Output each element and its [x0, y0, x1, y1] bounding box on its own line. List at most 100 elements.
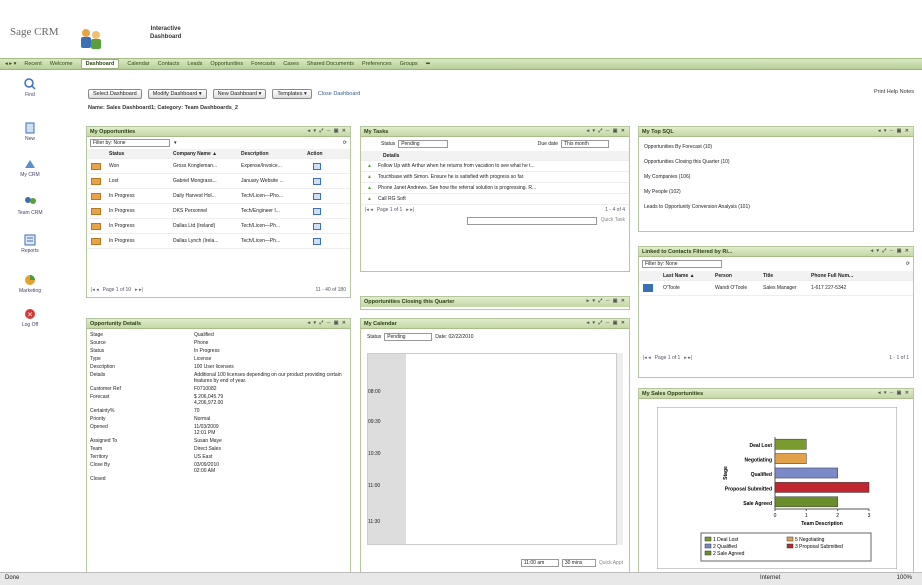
pager-nav[interactable]: |◂ ◂ [365, 207, 373, 213]
panel-controls[interactable]: ◂ ▾ ⤢ ─ ▣ ✕ [871, 248, 910, 254]
modify-dashboard-button[interactable]: Modify Dashboard ▾ [147, 89, 207, 99]
sidebar-item-team-crm[interactable]: Team CRM [0, 196, 60, 216]
tasks-due-select[interactable]: This month [561, 140, 609, 148]
refresh-icon[interactable]: ⟳ [343, 140, 347, 146]
cell-company[interactable]: Daily Harvest Hol... [173, 193, 241, 199]
table-row[interactable]: In Progress DKS Personnel Tech/Engineer I.… [87, 204, 350, 219]
sql-item[interactable]: Opportunities By Forecast (10) [644, 140, 908, 155]
refresh-icon[interactable]: ⟳ [906, 261, 910, 267]
sidebar-item-find[interactable]: Find [0, 78, 60, 98]
panel-controls[interactable]: ◂ ▾ ⤢ ─ ▣ ✕ [308, 320, 347, 326]
sql-item[interactable]: My Companies (106) [644, 170, 908, 185]
action-edit-icon[interactable] [313, 222, 321, 230]
tasks-status-select[interactable]: Pending [398, 140, 449, 148]
tab-contacts[interactable]: Contacts [158, 61, 180, 67]
col-description[interactable]: Description [241, 151, 307, 157]
action-edit-icon[interactable] [313, 237, 321, 245]
task-text[interactable]: Touchbase with Simon. Ensure he is satis… [378, 174, 524, 180]
table-row[interactable]: Lost Gabriel Mongrass... January Website .… [87, 174, 350, 189]
calendar-scrollbar[interactable] [616, 353, 623, 545]
tab-forecasts[interactable]: Forecasts [251, 61, 275, 67]
duration-select[interactable]: 30 mins [561, 559, 596, 567]
sidebar-item-my-crm[interactable]: My CRM [0, 158, 60, 178]
cell-company[interactable]: DKS Personnel [173, 208, 241, 214]
panel-controls[interactable]: ◂ ▾ ─ ▣ ✕ [878, 128, 910, 134]
tab-shared-documents[interactable]: Shared Documents [307, 61, 354, 67]
tab-dashboard[interactable]: Dashboard [80, 59, 120, 69]
tab-groups[interactable]: Groups [400, 61, 418, 67]
col-status[interactable]: Status [109, 151, 173, 157]
top-links[interactable]: Print Help Notes [874, 89, 914, 95]
panel-controls[interactable]: ◂ ▾ ─ ▣ ✕ [878, 390, 910, 396]
col-phone[interactable]: Phone Full Num... [811, 273, 881, 279]
cell-description[interactable]: Expense/Invoice... [241, 163, 307, 169]
task-text[interactable]: Call RG Soft [378, 196, 406, 202]
sql-item[interactable]: Leads to Opportunity Conversion Analysis… [644, 200, 908, 215]
cell-description[interactable]: Tech/Licen—Pho... [241, 193, 307, 199]
nav-more-icon[interactable]: ➡ [426, 61, 431, 67]
quick-task-input[interactable] [466, 217, 597, 225]
tab-recent[interactable]: Recent [24, 61, 41, 67]
sidebar-item-reports[interactable]: Reports [0, 234, 60, 254]
pager-nav-next[interactable]: ▸ ▸| [406, 207, 414, 213]
action-edit-icon[interactable] [313, 207, 321, 215]
sales-opps-chart[interactable]: Deal Lost Negotiating Qualified Proposal Su… [657, 407, 897, 569]
action-edit-icon[interactable] [313, 192, 321, 200]
quick-appt-button[interactable]: Quick Appt [599, 560, 623, 566]
cell-company[interactable]: Dallas Lynch (Irela... [173, 238, 241, 244]
tab-opportunities[interactable]: Opportunities [210, 61, 243, 67]
cell-company[interactable]: Gabriel Mongrass... [173, 178, 241, 184]
new-dashboard-button[interactable]: New Dashboard ▾ [212, 89, 267, 99]
panel-controls[interactable]: ◂ ▾ ⤢ ─ ▣ ✕ [587, 128, 626, 134]
quick-task-button[interactable]: Quick Task [601, 217, 625, 225]
close-dashboard-link[interactable]: Close Dashboard [318, 91, 361, 97]
col-company[interactable]: Company Name ▲ [173, 151, 241, 157]
time-select[interactable]: 11:00 am [520, 559, 559, 567]
cell-description[interactable]: Tech/Licen—Ph... [241, 238, 307, 244]
zoom-level[interactable]: 100% [897, 575, 912, 581]
cell-description[interactable]: Tech/Engineer I... [241, 208, 307, 214]
table-row[interactable]: In Progress Daily Harvest Hol... Tech/Lice… [87, 189, 350, 204]
sidebar-item-log-off[interactable]: × Log Off [0, 308, 60, 328]
tab-cases[interactable]: Cases [283, 61, 299, 67]
contacts-filter-select[interactable]: Filter by: None [642, 260, 722, 268]
cell-last-name[interactable]: O'Toole [663, 285, 715, 291]
task-row[interactable]: ▲ Phone Janet Andrews. See how the referr… [361, 183, 629, 194]
nav-arrows[interactable]: ◂ ▸ ▾ [5, 61, 16, 67]
sidebar-item-marketing[interactable]: Marketing [0, 274, 60, 294]
pager-nav-next[interactable]: ▸ ▸| [135, 287, 143, 293]
task-text[interactable]: Phone Janet Andrews. See how the referra… [378, 185, 536, 191]
task-row[interactable]: ▲ Touchbase with Simon. Ensure he is sati… [361, 172, 629, 183]
select-dashboard-button[interactable]: Select Dashboard [88, 89, 142, 99]
panel-controls[interactable]: ◂ ▾ ⤢ ─ ▣ ✕ [308, 128, 347, 134]
cell-company[interactable]: Gross Kongleman... [173, 163, 241, 169]
calendar-grid[interactable]: 08:00 09:30 10:30 11:00 11:30 [367, 353, 617, 545]
col-title[interactable]: Title [763, 273, 811, 279]
calendar-status-select[interactable]: Pending [384, 333, 433, 341]
sidebar-item-new[interactable]: New [0, 122, 60, 142]
action-edit-icon[interactable] [313, 162, 321, 170]
cell-company[interactable]: Dallas Ltd (Ireland) [173, 223, 241, 229]
table-row[interactable]: O'Toole Wandi O'Toole Sales Manager 1-61… [639, 281, 913, 296]
pager-nav[interactable]: |◂ ◂ [643, 355, 651, 361]
panel-controls[interactable]: ◂ ▾ ⤢ ─ ▣ ✕ [587, 320, 626, 326]
panel-controls[interactable]: ▸ ▾ ⤢ ─ ▣ ✕ [587, 298, 626, 304]
task-row[interactable]: ▲ Follow Up with Arthur when he returns f… [361, 161, 629, 172]
col-last-name[interactable]: Last Name ▲ [663, 273, 715, 279]
task-row[interactable]: ▲ Call RG Soft [361, 194, 629, 205]
task-text[interactable]: Follow Up with Arthur when he returns fr… [378, 163, 535, 169]
sql-item[interactable]: Opportunities Closing this Quarter (10) [644, 155, 908, 170]
table-row[interactable]: In Progress Dallas Lynch (Irela... Tech/Li… [87, 234, 350, 249]
col-person[interactable]: Person [715, 273, 763, 279]
tab-welcome[interactable]: Welcome [50, 61, 73, 67]
table-row[interactable]: In Progress Dallas Ltd (Ireland) Tech/Lice… [87, 219, 350, 234]
action-edit-icon[interactable] [313, 177, 321, 185]
pager-nav-next[interactable]: ▸ ▸| [684, 355, 692, 361]
cell-description[interactable]: January Website ... [241, 178, 307, 184]
tab-leads[interactable]: Leads [187, 61, 202, 67]
table-row[interactable]: Won Gross Kongleman... Expense/Invoice... [87, 159, 350, 174]
sql-item[interactable]: My People (102) [644, 185, 908, 200]
pager-nav[interactable]: |◂ ◂ [91, 287, 99, 293]
cell-description[interactable]: Tech/Licen—Ph... [241, 223, 307, 229]
dropdown-arrow-icon[interactable]: ▾ [174, 140, 177, 146]
